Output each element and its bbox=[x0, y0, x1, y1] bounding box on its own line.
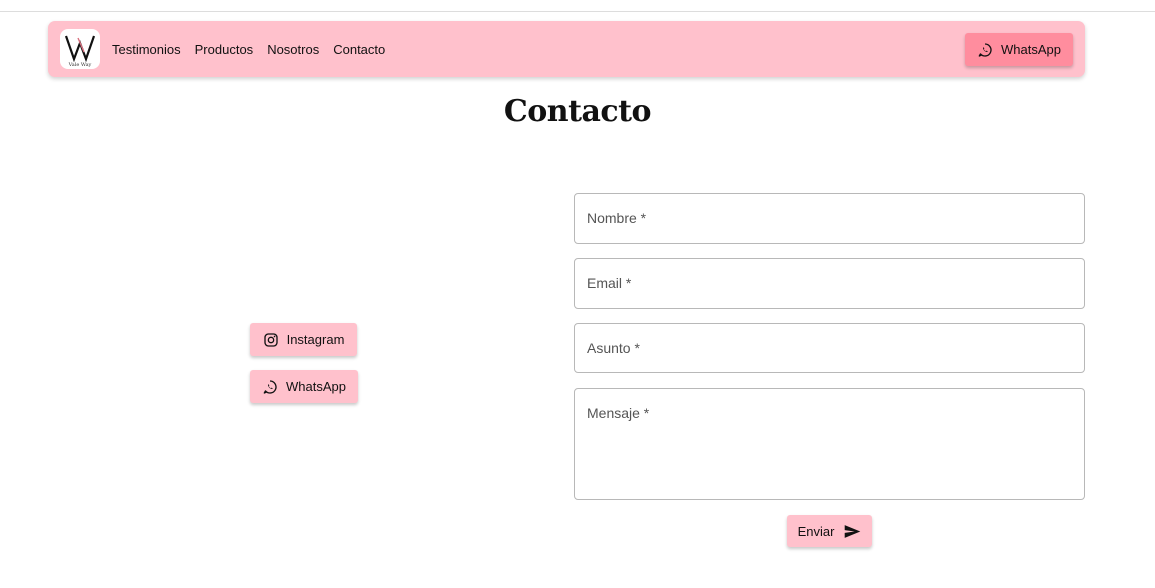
subject-placeholder: Asunto * bbox=[587, 340, 640, 356]
name-placeholder: Nombre * bbox=[587, 210, 647, 226]
send-label: Enviar bbox=[797, 523, 835, 539]
email-placeholder: Email * bbox=[587, 275, 632, 291]
logo-caption: Vale Way bbox=[68, 62, 92, 68]
brand-logo[interactable]: Vale Way bbox=[60, 29, 100, 69]
whatsapp-contact-button[interactable]: WhatsApp bbox=[250, 370, 358, 403]
nav-whatsapp-button[interactable]: WhatsApp bbox=[965, 33, 1073, 66]
send-button[interactable]: Enviar bbox=[787, 515, 872, 547]
navbar: Vale Way Testimonios Productos Nosotros … bbox=[48, 21, 1085, 77]
whatsapp-icon bbox=[977, 42, 993, 58]
page-title: Contacto bbox=[503, 94, 652, 129]
email-field[interactable]: Email * bbox=[574, 258, 1085, 309]
message-placeholder: Mensaje * bbox=[587, 405, 650, 421]
nav-link-productos[interactable]: Productos bbox=[195, 42, 254, 57]
whatsapp-icon bbox=[262, 379, 278, 395]
nav-link-contacto[interactable]: Contacto bbox=[333, 42, 385, 57]
nav-link-nosotros[interactable]: Nosotros bbox=[267, 42, 319, 57]
subject-field[interactable]: Asunto * bbox=[574, 323, 1085, 373]
instagram-icon bbox=[263, 332, 279, 348]
instagram-button[interactable]: Instagram bbox=[250, 323, 357, 356]
message-field[interactable]: Mensaje * bbox=[574, 388, 1085, 500]
logo-mark-icon: Vale Way bbox=[64, 35, 96, 68]
send-icon bbox=[844, 524, 861, 539]
nav-links: Testimonios Productos Nosotros Contacto bbox=[112, 21, 385, 77]
instagram-label: Instagram bbox=[286, 332, 345, 347]
top-divider bbox=[0, 11, 1155, 12]
nav-whatsapp-label: WhatsApp bbox=[1001, 42, 1061, 57]
whatsapp-contact-label: WhatsApp bbox=[286, 379, 346, 394]
nav-link-testimonios[interactable]: Testimonios bbox=[112, 42, 181, 57]
name-field[interactable]: Nombre * bbox=[574, 193, 1085, 244]
